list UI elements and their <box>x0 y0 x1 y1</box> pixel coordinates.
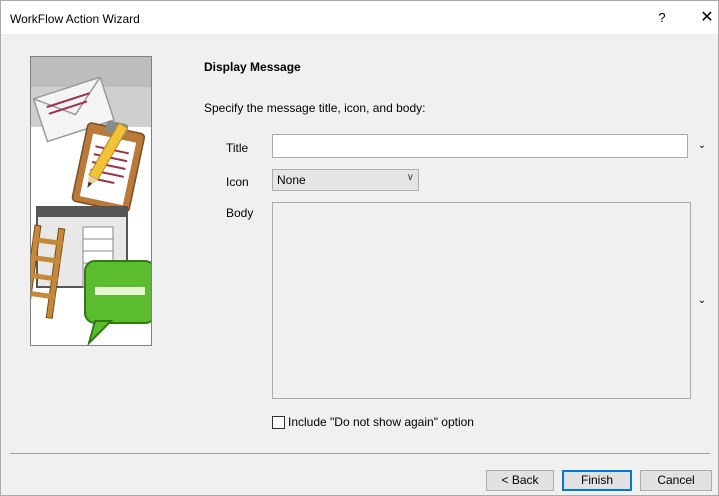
icon-select-value: None <box>277 173 306 187</box>
do-not-show-option[interactable]: Include "Do not show again" option <box>272 414 474 430</box>
back-button[interactable]: < Back <box>486 470 554 491</box>
icon-label: Icon <box>226 175 249 189</box>
title-insert-chevron-down-icon[interactable]: ⌄ <box>695 139 709 153</box>
wizard-illustration-icon <box>31 57 151 345</box>
body-textarea[interactable] <box>272 202 691 399</box>
page-instruction: Specify the message title, icon, and bod… <box>204 101 426 115</box>
help-button[interactable]: ? <box>652 9 672 27</box>
chevron-down-icon: ∨ <box>406 172 414 183</box>
icon-select[interactable]: None ∨ <box>272 169 419 191</box>
close-button[interactable]: ✕ <box>697 9 717 27</box>
wizard-dialog: WorkFlow Action Wizard ? ✕ Display Messa… <box>0 0 719 496</box>
do-not-show-checkbox[interactable] <box>272 415 285 429</box>
window-title: WorkFlow Action Wizard <box>10 12 140 26</box>
cancel-button[interactable]: Cancel <box>640 470 712 491</box>
footer-divider <box>10 453 710 454</box>
body-insert-chevron-down-icon[interactable]: ⌄ <box>695 294 709 308</box>
finish-button[interactable]: Finish <box>562 470 632 491</box>
title-bar: WorkFlow Action Wizard ? ✕ <box>1 1 718 34</box>
wizard-illustration <box>30 56 152 346</box>
title-field[interactable] <box>272 134 688 158</box>
do-not-show-label: Include "Do not show again" option <box>288 415 474 429</box>
title-label: Title <box>226 141 249 155</box>
body-label: Body <box>226 206 254 220</box>
page-heading: Display Message <box>204 60 301 74</box>
